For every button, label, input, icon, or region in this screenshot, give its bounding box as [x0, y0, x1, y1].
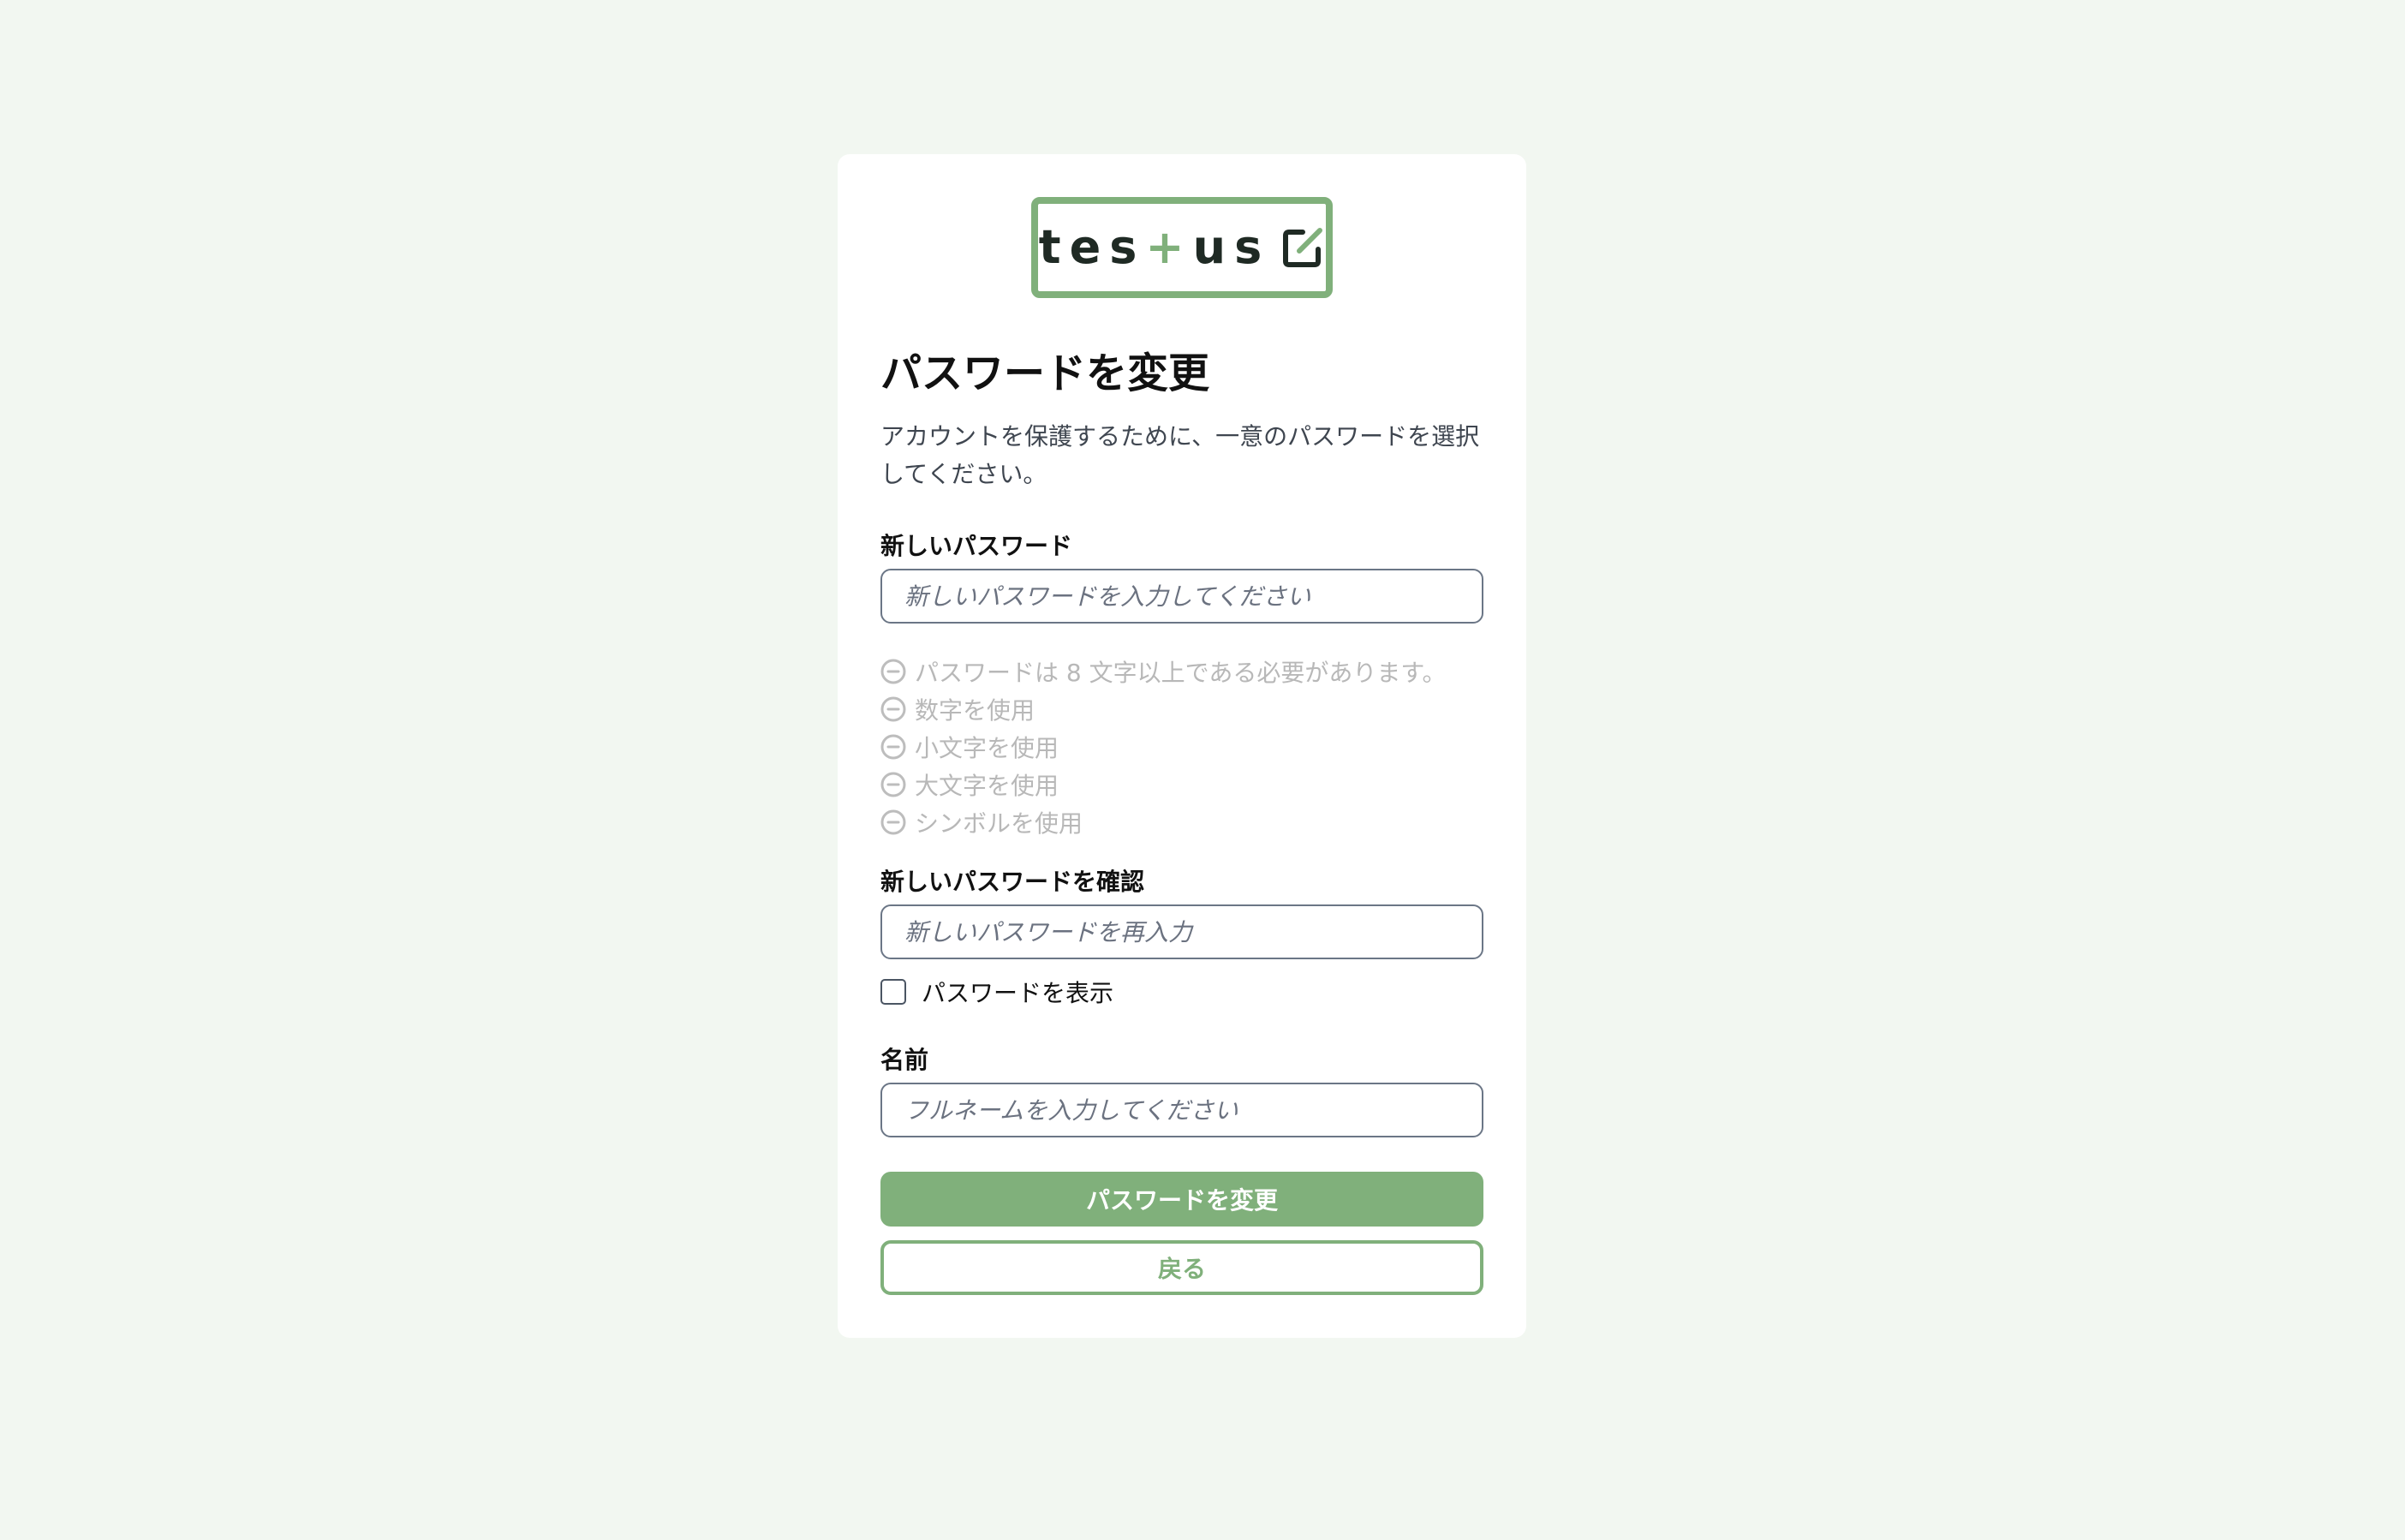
show-password-checkbox[interactable]: [880, 979, 906, 1005]
password-rule: 小文字を使用: [880, 728, 1447, 766]
password-rule-text: 小文字を使用: [915, 734, 1059, 762]
name-input[interactable]: [880, 1083, 1483, 1137]
password-rule: パスワードは 8 文字以上である必要があります。: [880, 653, 1447, 690]
password-rule-text: パスワードは 8 文字以上である必要があります。: [915, 659, 1447, 687]
confirm-password-label: 新しいパスワードを確認: [880, 868, 1145, 896]
change-password-card: tes + us パスワードを変更 アカウントを保護するために、一意のパスワードを選…: [838, 154, 1526, 1338]
new-password-input[interactable]: [880, 569, 1483, 624]
new-password-label: 新しいパスワード: [880, 532, 1073, 560]
back-button[interactable]: 戻る: [880, 1240, 1483, 1295]
logo-plus: +: [1145, 220, 1193, 274]
minus-circle-icon: [880, 734, 906, 760]
brand-logo: tes + us: [1031, 197, 1333, 298]
password-rule: シンボルを使用: [880, 803, 1447, 841]
password-rules-list: パスワードは 8 文字以上である必要があります。 数字を使用 小文字を使用 大文…: [880, 653, 1447, 841]
edit-square-icon: [1283, 228, 1323, 267]
password-rule: 大文字を使用: [880, 766, 1447, 803]
password-rule: 数字を使用: [880, 690, 1447, 728]
show-password-toggle[interactable]: パスワードを表示: [880, 975, 1113, 1009]
change-password-button[interactable]: パスワードを変更: [880, 1172, 1483, 1227]
name-label: 名前: [880, 1046, 929, 1074]
page-title: パスワードを変更: [880, 349, 1210, 397]
password-rule-text: シンボルを使用: [915, 809, 1083, 838]
show-password-label: パスワードを表示: [922, 979, 1114, 1007]
page-subtitle: アカウントを保護するために、一意のパスワードを選択してください。: [880, 422, 1480, 488]
minus-circle-icon: [880, 696, 906, 722]
confirm-password-input[interactable]: [880, 904, 1483, 959]
minus-circle-icon: [880, 772, 906, 797]
logo-text: tes + us: [1039, 224, 1270, 271]
minus-circle-icon: [880, 659, 906, 684]
logo-text-post: us: [1192, 220, 1271, 274]
logo-text-pre: tes: [1038, 220, 1146, 274]
password-rule-text: 数字を使用: [915, 696, 1035, 725]
minus-circle-icon: [880, 809, 906, 835]
password-rule-text: 大文字を使用: [915, 772, 1059, 800]
